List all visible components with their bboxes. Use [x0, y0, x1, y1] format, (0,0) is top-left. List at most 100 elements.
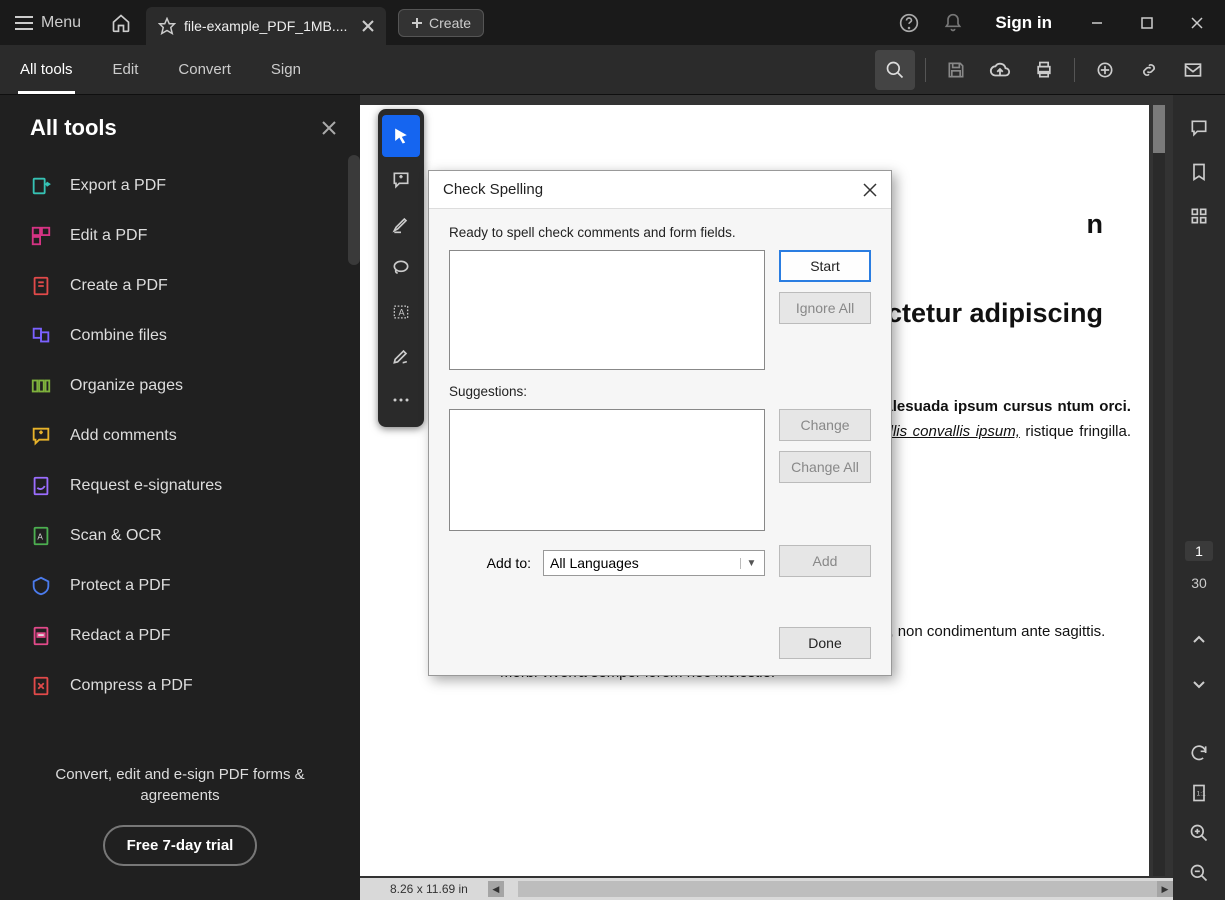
sidebar-item-label: Scan & OCR	[70, 527, 162, 545]
more-icon	[391, 397, 411, 403]
prev-page-button[interactable]	[1180, 621, 1218, 659]
zoom-in-icon	[1189, 823, 1209, 843]
title-bar: Menu file-example_PDF_1MB.... Create Sig…	[0, 0, 1225, 45]
more-tools[interactable]	[382, 379, 420, 421]
search-button[interactable]	[875, 50, 915, 90]
minimize-icon	[1091, 17, 1103, 29]
ai-button[interactable]	[1085, 50, 1125, 90]
ignore-all-button[interactable]: Ignore All	[779, 292, 871, 324]
help-button[interactable]	[889, 3, 929, 43]
comments-panel-button[interactable]	[1180, 109, 1218, 147]
zoom-in-button[interactable]	[1180, 814, 1218, 852]
highlight-tool[interactable]	[382, 203, 420, 245]
tool-icon	[30, 425, 52, 447]
minimize-button[interactable]	[1074, 3, 1120, 43]
dialog-titlebar[interactable]: Check Spelling	[429, 171, 891, 209]
current-page[interactable]: 1	[1185, 541, 1213, 561]
tool-icon	[30, 675, 52, 697]
document-tab[interactable]: file-example_PDF_1MB....	[146, 7, 386, 45]
text-select-icon: A	[391, 302, 411, 322]
sidebar-item-request-e-signatures[interactable]: Request e-signatures	[30, 461, 360, 511]
close-icon	[322, 121, 336, 135]
menu-button[interactable]: Menu	[0, 0, 96, 45]
sidebar-item-scan-ocr[interactable]: A Scan & OCR	[30, 511, 360, 561]
sidebar-item-combine-files[interactable]: Combine files	[30, 311, 360, 361]
quick-tools: A	[378, 109, 424, 427]
change-button[interactable]: Change	[779, 409, 871, 441]
cloud-button[interactable]	[980, 50, 1020, 90]
tab-edit[interactable]: Edit	[93, 45, 159, 94]
start-button[interactable]: Start	[779, 250, 871, 282]
print-button[interactable]	[1024, 50, 1064, 90]
sidebar-item-compress-a-pdf[interactable]: Compress a PDF	[30, 661, 360, 711]
sidebar-item-organize-pages[interactable]: Organize pages	[30, 361, 360, 411]
vertical-scrollbar[interactable]	[1153, 105, 1165, 876]
dialog-title: Check Spelling	[443, 181, 543, 198]
horizontal-scrollbar[interactable]	[518, 881, 1157, 897]
change-all-button[interactable]: Change All	[779, 451, 871, 483]
close-icon	[362, 20, 374, 32]
suggestions-box[interactable]	[449, 409, 765, 531]
suggestions-label: Suggestions:	[449, 384, 871, 399]
save-button[interactable]	[936, 50, 976, 90]
search-icon	[885, 60, 905, 80]
language-select[interactable]: All Languages ▼	[543, 550, 765, 576]
mail-icon	[1183, 60, 1203, 80]
comment-tool[interactable]	[382, 159, 420, 201]
done-button[interactable]: Done	[779, 627, 871, 659]
email-button[interactable]	[1173, 50, 1213, 90]
bell-icon	[943, 13, 963, 33]
page-display-button[interactable]: 1:1	[1180, 774, 1218, 812]
sidebar-close-button[interactable]	[322, 121, 336, 135]
sidebar-item-label: Export a PDF	[70, 177, 166, 195]
sidebar-item-protect-a-pdf[interactable]: Protect a PDF	[30, 561, 360, 611]
create-button[interactable]: Create	[398, 9, 484, 37]
link-button[interactable]	[1129, 50, 1169, 90]
total-pages: 30	[1191, 575, 1207, 591]
sidebar-item-export-a-pdf[interactable]: Export a PDF	[30, 161, 360, 211]
hscroll-right[interactable]: ▶	[1157, 881, 1173, 897]
sidebar-item-label: Edit a PDF	[70, 227, 147, 245]
toolbar: All tools Edit Convert Sign	[0, 45, 1225, 95]
next-page-button[interactable]	[1180, 665, 1218, 703]
word-box[interactable]	[449, 250, 765, 370]
dialog-close-button[interactable]	[863, 183, 877, 197]
home-button[interactable]	[96, 0, 146, 45]
tab-all-tools[interactable]: All tools	[0, 45, 93, 94]
tab-convert[interactable]: Convert	[158, 45, 251, 94]
signin-button[interactable]: Sign in	[977, 13, 1070, 33]
thumbnails-button[interactable]	[1180, 197, 1218, 235]
tool-icon	[30, 175, 52, 197]
select-tool[interactable]	[382, 115, 420, 157]
free-trial-button[interactable]: Free 7-day trial	[103, 825, 258, 866]
hscroll-left[interactable]: ◀	[488, 881, 504, 897]
highlighter-icon	[391, 214, 411, 234]
tab-close-button[interactable]	[358, 16, 378, 36]
textbox-tool[interactable]: A	[382, 291, 420, 333]
zoom-out-button[interactable]	[1180, 854, 1218, 892]
sidebar-item-label: Add comments	[70, 427, 177, 445]
sidebar-item-add-comments[interactable]: Add comments	[30, 411, 360, 461]
svg-text:A: A	[37, 533, 43, 542]
sidebar-scrollbar[interactable]	[348, 155, 360, 265]
sidebar-item-redact-a-pdf[interactable]: Redact a PDF	[30, 611, 360, 661]
tool-icon: A	[30, 525, 52, 547]
draw-tool[interactable]	[382, 247, 420, 289]
sidebar-item-edit-a-pdf[interactable]: Edit a PDF	[30, 211, 360, 261]
notifications-button[interactable]	[933, 3, 973, 43]
sign-tool[interactable]	[382, 335, 420, 377]
menu-label: Menu	[41, 14, 81, 32]
maximize-button[interactable]	[1124, 3, 1170, 43]
close-window-button[interactable]	[1174, 3, 1220, 43]
tab-sign[interactable]: Sign	[251, 45, 321, 94]
tool-icon	[30, 375, 52, 397]
maximize-icon	[1141, 17, 1153, 29]
sidebar-item-create-a-pdf[interactable]: Create a PDF	[30, 261, 360, 311]
cursor-icon	[391, 126, 411, 146]
bookmarks-button[interactable]	[1180, 153, 1218, 191]
add-button[interactable]: Add	[779, 545, 871, 577]
rotate-button[interactable]	[1180, 734, 1218, 772]
chevron-up-icon	[1191, 632, 1207, 648]
sidebar-item-label: Request e-signatures	[70, 477, 222, 495]
scroll-thumb[interactable]	[1153, 105, 1165, 153]
